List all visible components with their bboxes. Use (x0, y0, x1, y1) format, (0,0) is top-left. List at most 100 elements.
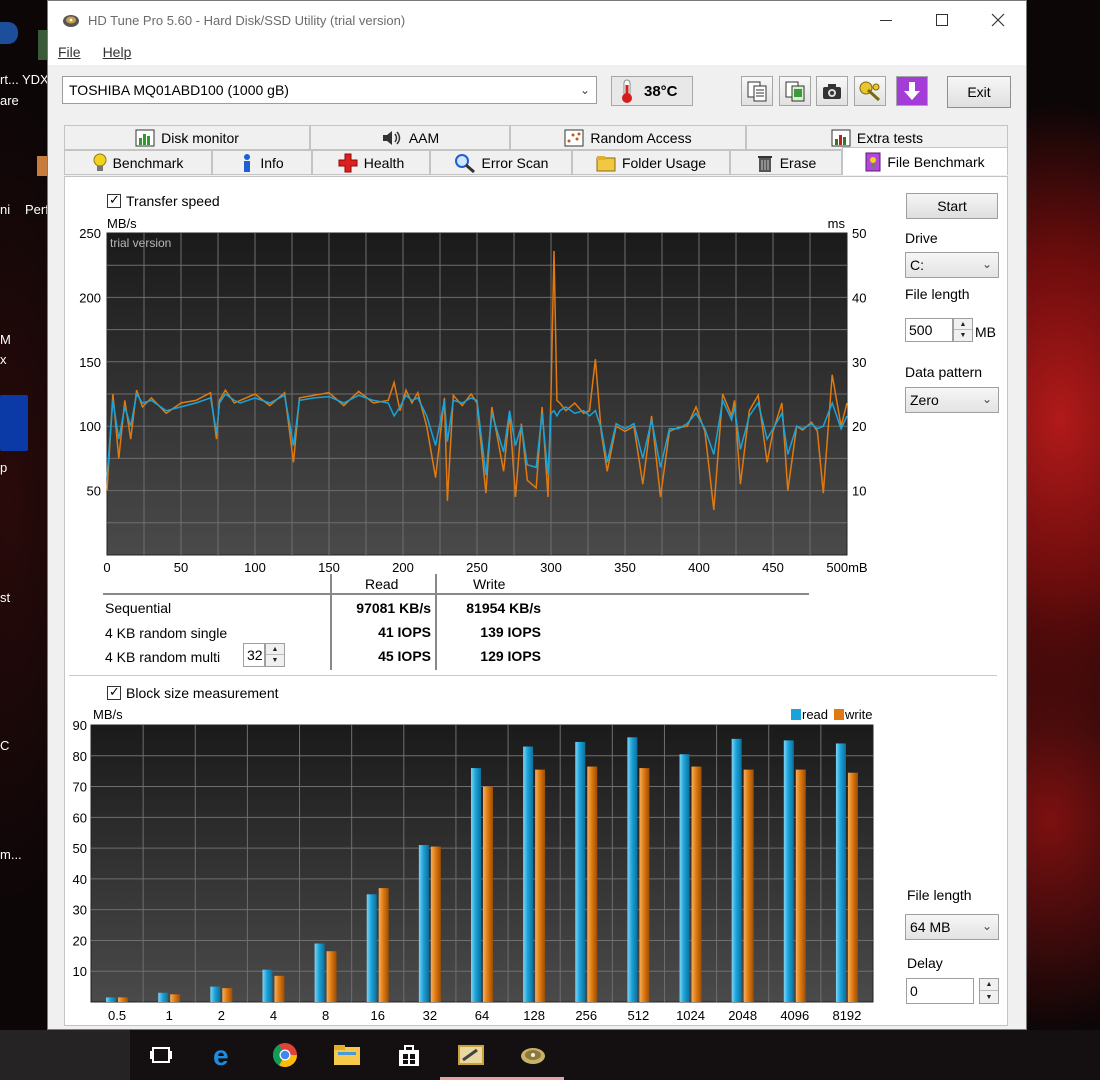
hdtune-taskbar-button[interactable] (502, 1030, 564, 1080)
spin-up-icon[interactable]: ▲ (980, 979, 998, 991)
menu-help[interactable]: Help (103, 44, 132, 60)
tab-label: Folder Usage (621, 154, 707, 171)
bar-read (679, 754, 690, 1002)
bar-read (158, 992, 169, 1002)
checkbox-checked-icon (107, 192, 121, 208)
spin-up-icon[interactable]: ▲ (266, 644, 284, 655)
bar-read (783, 740, 794, 1002)
minimize-button[interactable] (858, 1, 914, 39)
tab-random-access[interactable]: Random Access (510, 125, 746, 150)
app-icon[interactable] (0, 22, 18, 44)
desktop-icon-label[interactable]: M (0, 332, 11, 347)
start-button[interactable]: Start (906, 193, 998, 219)
speaker-icon (382, 130, 401, 145)
legend-label-read: read (802, 707, 828, 722)
tab-error-scan[interactable]: Error Scan (430, 150, 572, 175)
desktop-icon-label[interactable]: m... (0, 847, 22, 862)
tab-erase[interactable]: Erase (730, 150, 842, 175)
y-tick-label: 40 (73, 872, 87, 887)
store-button[interactable] (378, 1030, 440, 1080)
tab-aam[interactable]: AAM (310, 125, 510, 150)
copy-info-button[interactable] (741, 76, 773, 106)
taskbar-app-button[interactable] (440, 1030, 502, 1080)
x-tick-label: 4096 (780, 1008, 809, 1023)
drive-combo[interactable]: C: ⌄ (905, 252, 999, 278)
save-button[interactable] (896, 76, 928, 106)
desktop-icon-label[interactable]: st (0, 590, 10, 605)
data-pattern-combo[interactable]: Zero ⌄ (905, 387, 999, 413)
spin-up-icon[interactable]: ▲ (954, 319, 972, 330)
close-button[interactable] (970, 1, 1026, 39)
queue-depth-input[interactable]: 32 (243, 643, 265, 667)
spin-down-icon[interactable]: ▼ (266, 655, 284, 666)
explorer-button[interactable] (316, 1030, 378, 1080)
tab-folder-usage[interactable]: Folder Usage (572, 150, 730, 175)
chevron-down-icon: ⌄ (579, 83, 590, 97)
y-tick-label: 200 (79, 290, 101, 305)
x-tick-label: 4 (270, 1008, 277, 1023)
desktop-icon-label[interactable]: p (0, 460, 7, 475)
desktop-icon-label[interactable]: are (0, 93, 19, 108)
options-button[interactable] (854, 76, 886, 106)
tab-info[interactable]: Info (212, 150, 312, 175)
bar-write (118, 997, 129, 1002)
desktop-icon-label[interactable]: Perf (25, 202, 49, 217)
bar-write (795, 769, 806, 1002)
tab-label: Error Scan (481, 154, 549, 171)
delay-stepper[interactable]: ▲ ▼ (979, 978, 999, 1004)
exit-button[interactable]: Exit (947, 76, 1011, 108)
file-length-input[interactable]: 500 (905, 318, 953, 342)
results-row-label: 4 KB random single (105, 625, 228, 641)
bar-write (587, 766, 598, 1002)
file-length-stepper[interactable]: ▲ ▼ (953, 318, 973, 342)
x-tick-label: 64 (475, 1008, 489, 1023)
desktop-icon-label[interactable]: x (0, 352, 7, 367)
tab-file-benchmark[interactable]: File Benchmark (842, 147, 1008, 175)
legend-swatch-write (834, 709, 844, 720)
spin-down-icon[interactable]: ▼ (954, 330, 972, 341)
tab-health[interactable]: Health (312, 150, 430, 175)
y2-tick-label: 50 (852, 226, 866, 241)
y-tick-label: 50 (87, 484, 101, 499)
block-size-checkbox[interactable]: Block size measurement (107, 684, 279, 701)
y-tick-label: 50 (73, 841, 87, 856)
y-tick-label: 10 (73, 964, 87, 979)
search-area[interactable] (0, 1030, 130, 1080)
queue-depth-stepper[interactable]: ▲ ▼ (265, 643, 285, 667)
x-tick-label: 2048 (728, 1008, 757, 1023)
drive-combo-value: C: (910, 257, 924, 273)
tab-benchmark[interactable]: Benchmark (64, 150, 212, 175)
trial-watermark: trial version (110, 236, 171, 250)
title-bar[interactable]: HD Tune Pro 5.60 - Hard Disk/SSD Utility… (48, 1, 1026, 39)
desktop-icon-label[interactable]: ni (0, 202, 10, 217)
desktop-icon-label[interactable]: rt... (0, 72, 19, 87)
legend-label-write: write (844, 707, 872, 722)
delay-input[interactable]: 0 (906, 978, 974, 1004)
bar-write (483, 786, 493, 1002)
block-file-length-combo[interactable]: 64 MB ⌄ (905, 914, 999, 940)
x-tick-label: 350 (614, 560, 636, 575)
task-view-button[interactable] (130, 1030, 192, 1080)
tab-disk-monitor[interactable]: Disk monitor (64, 125, 310, 150)
transfer-speed-checkbox[interactable]: Transfer speed (107, 192, 220, 209)
drive-select[interactable]: TOSHIBA MQ01ABD100 (1000 gB) ⌄ (62, 76, 597, 104)
screenshot-button[interactable] (816, 76, 848, 106)
maximize-button[interactable] (914, 1, 970, 39)
bar-write (274, 975, 285, 1002)
bar-read (366, 894, 377, 1002)
edge-button[interactable]: e (192, 1030, 254, 1080)
block-size-chart: 10 20 30 40 50 60 70 80 90 MB/s read write 0.5 1 2 4 8 16… (73, 707, 874, 1023)
start-button-label: Start (937, 198, 967, 214)
desktop-icon-label[interactable]: C (0, 738, 9, 753)
desktop-icon-label[interactable]: YDX (22, 72, 49, 87)
chrome-button[interactable] (254, 1030, 316, 1080)
menu-file[interactable]: File (58, 44, 81, 60)
y-axis-label: MB/s (107, 216, 137, 231)
bar-read (575, 741, 586, 1002)
x-tick-label: 200 (392, 560, 414, 575)
y-tick-label: 70 (73, 780, 87, 795)
y-tick-label: 100 (79, 419, 101, 434)
app-icon[interactable] (0, 395, 28, 451)
copy-screen-button[interactable] (779, 76, 811, 106)
spin-down-icon[interactable]: ▼ (980, 991, 998, 1003)
